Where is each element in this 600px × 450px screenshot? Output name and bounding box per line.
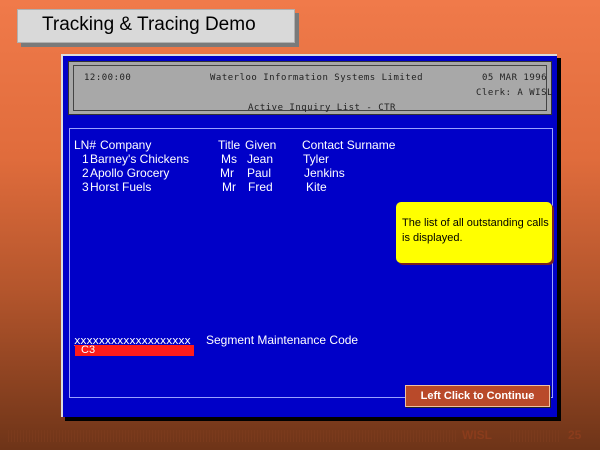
column-header-title: Title bbox=[218, 138, 241, 152]
continue-button[interactable]: Left Click to Continue bbox=[405, 385, 550, 407]
header-clerk: Clerk: A WISL bbox=[476, 88, 553, 98]
terminal-header: 12:00:00 Waterloo Information Systems Li… bbox=[68, 61, 552, 115]
row-company: Barney's Chickens bbox=[90, 152, 189, 166]
row-company: Horst Fuels bbox=[90, 180, 152, 194]
info-tooltip: The list of all outstanding calls is dis… bbox=[396, 202, 552, 263]
header-date: 05 MAR 1996 bbox=[482, 73, 548, 83]
row-surname: Tyler bbox=[303, 152, 330, 166]
segment-code-input[interactable]: C3 bbox=[75, 344, 194, 356]
row-title: Ms bbox=[221, 152, 237, 166]
terminal-header-frame: 12:00:00 Waterloo Information Systems Li… bbox=[73, 65, 552, 113]
tooltip-text: The list of all outstanding calls is dis… bbox=[402, 216, 572, 246]
footer-brand: WISL bbox=[462, 428, 492, 442]
row-surname: Jenkins bbox=[304, 166, 345, 180]
row-title: Mr bbox=[220, 166, 234, 180]
row-given: Jean bbox=[247, 152, 274, 166]
slide-title-box: Tracking & Tracing Demo bbox=[17, 9, 295, 43]
column-header-given: Given bbox=[245, 138, 277, 152]
tooltip-line-1: The list of all outstanding calls bbox=[402, 217, 549, 229]
row-surname: Kite bbox=[306, 180, 327, 194]
row-ln: 2 bbox=[82, 166, 89, 180]
header-time: 12:00:00 bbox=[84, 73, 132, 83]
header-company: Waterloo Information Systems Limited bbox=[210, 73, 424, 83]
row-given: Fred bbox=[248, 180, 273, 194]
segment-code-value: C3 bbox=[81, 344, 96, 356]
row-given: Paul bbox=[247, 166, 272, 180]
page-number: 25 bbox=[568, 428, 582, 442]
column-header-ln: LN# bbox=[74, 138, 97, 152]
header-screen-title: Active Inquiry List - CTR bbox=[248, 103, 396, 113]
row-company: Apollo Grocery bbox=[90, 166, 170, 180]
row-ln: 1 bbox=[82, 152, 89, 166]
row-ln: 3 bbox=[82, 180, 89, 194]
row-title: Mr bbox=[222, 180, 236, 194]
column-header-surname: Contact Surname bbox=[302, 138, 396, 152]
segment-label: Segment Maintenance Code bbox=[206, 333, 359, 347]
footer-decoration bbox=[8, 430, 458, 442]
column-header-company: Company bbox=[100, 138, 152, 152]
slide-title: Tracking & Tracing Demo bbox=[42, 14, 256, 35]
footer-decoration-right bbox=[510, 430, 560, 442]
tooltip-line-2: is displayed. bbox=[402, 232, 463, 244]
